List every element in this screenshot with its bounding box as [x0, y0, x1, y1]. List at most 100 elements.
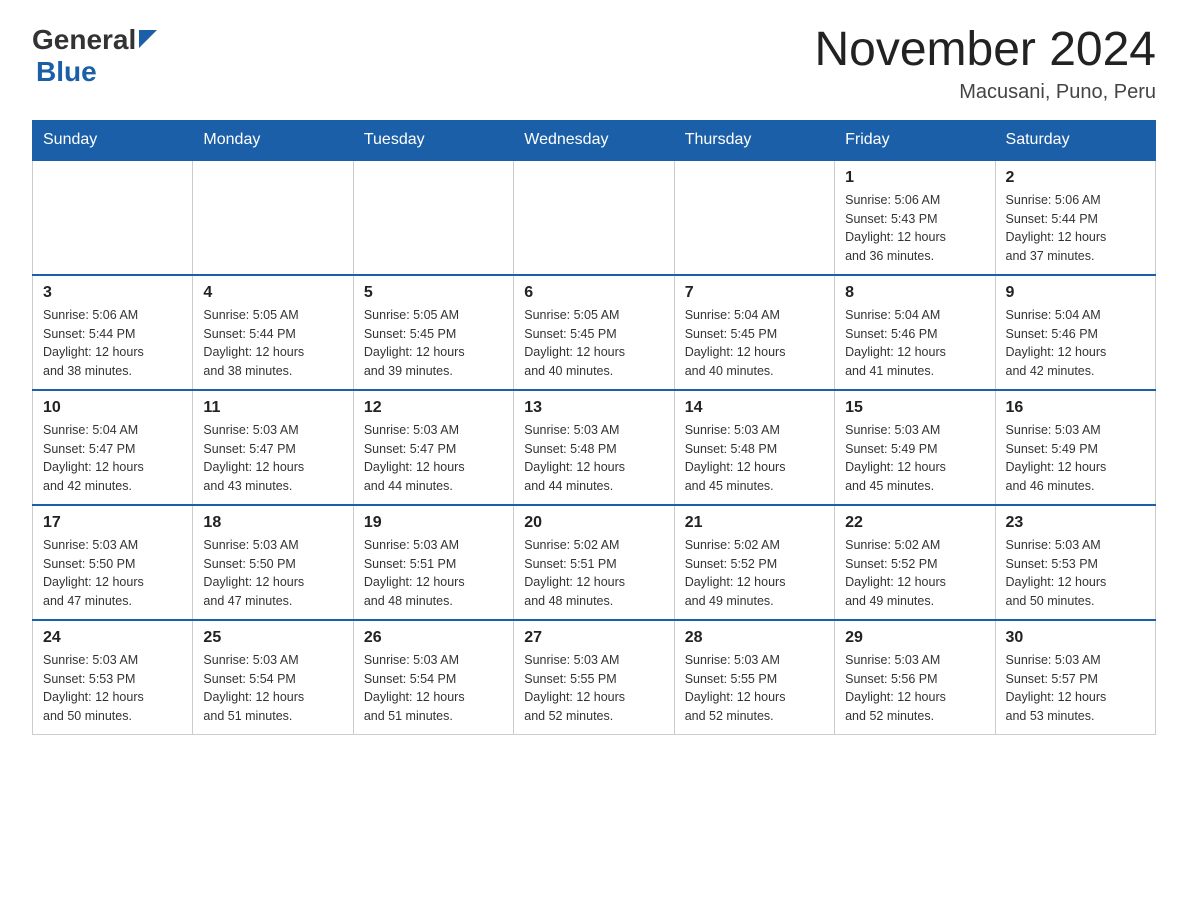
calendar-cell: 6 Sunrise: 5:05 AM Sunset: 5:45 PM Daylig… — [514, 275, 674, 390]
week-row-1: 1 Sunrise: 5:06 AM Sunset: 5:43 PM Daylig… — [33, 160, 1156, 275]
day-info: Sunrise: 5:04 AM Sunset: 5:46 PM Dayligh… — [845, 306, 984, 381]
day-number: 27 — [524, 629, 663, 647]
day-info: Sunrise: 5:03 AM Sunset: 5:47 PM Dayligh… — [364, 421, 503, 496]
day-info: Sunrise: 5:03 AM Sunset: 5:54 PM Dayligh… — [203, 651, 342, 726]
day-info: Sunrise: 5:04 AM Sunset: 5:47 PM Dayligh… — [43, 421, 182, 496]
calendar-cell: 18 Sunrise: 5:03 AM Sunset: 5:50 PM Dayli… — [193, 505, 353, 620]
calendar-cell: 23 Sunrise: 5:03 AM Sunset: 5:53 PM Dayli… — [995, 505, 1155, 620]
day-number: 3 — [43, 284, 182, 302]
logo-blue-text: Blue — [36, 56, 97, 87]
calendar-cell: 24Sunrise: 5:03 AM Sunset: 5:53 PM Dayli… — [33, 620, 193, 735]
calendar-cell: 12 Sunrise: 5:03 AM Sunset: 5:47 PM Dayli… — [353, 390, 513, 505]
weekday-header-sunday: Sunday — [33, 120, 193, 160]
weekday-header-friday: Friday — [835, 120, 995, 160]
day-number: 29 — [845, 629, 984, 647]
title-area: November 2024 Macusani, Puno, Peru — [814, 24, 1156, 104]
weekday-header-wednesday: Wednesday — [514, 120, 674, 160]
day-number: 12 — [364, 399, 503, 417]
calendar-cell: 16Sunrise: 5:03 AM Sunset: 5:49 PM Dayli… — [995, 390, 1155, 505]
day-number: 28 — [685, 629, 824, 647]
calendar-cell: 22Sunrise: 5:02 AM Sunset: 5:52 PM Dayli… — [835, 505, 995, 620]
calendar-cell: 21 Sunrise: 5:02 AM Sunset: 5:52 PM Dayli… — [674, 505, 834, 620]
day-number: 14 — [685, 399, 824, 417]
day-info: Sunrise: 5:02 AM Sunset: 5:52 PM Dayligh… — [845, 536, 984, 611]
calendar-cell: 27 Sunrise: 5:03 AM Sunset: 5:55 PM Dayli… — [514, 620, 674, 735]
day-info: Sunrise: 5:03 AM Sunset: 5:49 PM Dayligh… — [845, 421, 984, 496]
day-number: 5 — [364, 284, 503, 302]
day-number: 15 — [845, 399, 984, 417]
day-info: Sunrise: 5:03 AM Sunset: 5:57 PM Dayligh… — [1006, 651, 1145, 726]
day-info: Sunrise: 5:03 AM Sunset: 5:50 PM Dayligh… — [203, 536, 342, 611]
day-number: 20 — [524, 514, 663, 532]
day-info: Sunrise: 5:02 AM Sunset: 5:51 PM Dayligh… — [524, 536, 663, 611]
calendar-cell — [674, 160, 834, 275]
day-info: Sunrise: 5:03 AM Sunset: 5:48 PM Dayligh… — [685, 421, 824, 496]
logo-general-text: General — [32, 24, 136, 56]
day-info: Sunrise: 5:06 AM Sunset: 5:44 PM Dayligh… — [43, 306, 182, 381]
calendar-cell — [193, 160, 353, 275]
calendar-cell: 17Sunrise: 5:03 AM Sunset: 5:50 PM Dayli… — [33, 505, 193, 620]
day-info: Sunrise: 5:03 AM Sunset: 5:53 PM Dayligh… — [43, 651, 182, 726]
calendar-cell: 26 Sunrise: 5:03 AM Sunset: 5:54 PM Dayli… — [353, 620, 513, 735]
calendar-cell: 15 Sunrise: 5:03 AM Sunset: 5:49 PM Dayli… — [835, 390, 995, 505]
calendar-cell: 14 Sunrise: 5:03 AM Sunset: 5:48 PM Dayli… — [674, 390, 834, 505]
day-number: 26 — [364, 629, 503, 647]
day-info: Sunrise: 5:05 AM Sunset: 5:45 PM Dayligh… — [524, 306, 663, 381]
weekday-header-thursday: Thursday — [674, 120, 834, 160]
calendar-cell: 29 Sunrise: 5:03 AM Sunset: 5:56 PM Dayli… — [835, 620, 995, 735]
day-info: Sunrise: 5:03 AM Sunset: 5:56 PM Dayligh… — [845, 651, 984, 726]
day-number: 9 — [1006, 284, 1145, 302]
calendar-table: SundayMondayTuesdayWednesdayThursdayFrid… — [32, 120, 1156, 735]
day-info: Sunrise: 5:03 AM Sunset: 5:55 PM Dayligh… — [524, 651, 663, 726]
calendar-cell: 9 Sunrise: 5:04 AM Sunset: 5:46 PM Daylig… — [995, 275, 1155, 390]
calendar-cell: 1 Sunrise: 5:06 AM Sunset: 5:43 PM Daylig… — [835, 160, 995, 275]
day-number: 13 — [524, 399, 663, 417]
logo-triangle-icon — [139, 30, 157, 53]
day-number: 19 — [364, 514, 503, 532]
week-row-2: 3 Sunrise: 5:06 AM Sunset: 5:44 PM Daylig… — [33, 275, 1156, 390]
calendar-cell — [33, 160, 193, 275]
day-info: Sunrise: 5:06 AM Sunset: 5:43 PM Dayligh… — [845, 191, 984, 266]
calendar-cell: 2 Sunrise: 5:06 AM Sunset: 5:44 PM Daylig… — [995, 160, 1155, 275]
day-info: Sunrise: 5:04 AM Sunset: 5:45 PM Dayligh… — [685, 306, 824, 381]
day-info: Sunrise: 5:02 AM Sunset: 5:52 PM Dayligh… — [685, 536, 824, 611]
day-number: 6 — [524, 284, 663, 302]
calendar-cell: 4Sunrise: 5:05 AM Sunset: 5:44 PM Daylig… — [193, 275, 353, 390]
logo: General Blue — [32, 24, 157, 88]
weekday-header-monday: Monday — [193, 120, 353, 160]
day-number: 7 — [685, 284, 824, 302]
day-info: Sunrise: 5:03 AM Sunset: 5:54 PM Dayligh… — [364, 651, 503, 726]
day-number: 1 — [845, 169, 984, 187]
page-header: General Blue November 2024 Macusani, Pun… — [32, 24, 1156, 104]
day-number: 21 — [685, 514, 824, 532]
day-number: 25 — [203, 629, 342, 647]
day-info: Sunrise: 5:03 AM Sunset: 5:53 PM Dayligh… — [1006, 536, 1145, 611]
day-info: Sunrise: 5:04 AM Sunset: 5:46 PM Dayligh… — [1006, 306, 1145, 381]
week-row-4: 17Sunrise: 5:03 AM Sunset: 5:50 PM Dayli… — [33, 505, 1156, 620]
day-number: 11 — [203, 399, 342, 417]
calendar-cell: 28Sunrise: 5:03 AM Sunset: 5:55 PM Dayli… — [674, 620, 834, 735]
day-number: 18 — [203, 514, 342, 532]
calendar-cell: 8Sunrise: 5:04 AM Sunset: 5:46 PM Daylig… — [835, 275, 995, 390]
day-number: 30 — [1006, 629, 1145, 647]
calendar-cell: 3 Sunrise: 5:06 AM Sunset: 5:44 PM Daylig… — [33, 275, 193, 390]
day-info: Sunrise: 5:06 AM Sunset: 5:44 PM Dayligh… — [1006, 191, 1145, 266]
calendar-cell: 13Sunrise: 5:03 AM Sunset: 5:48 PM Dayli… — [514, 390, 674, 505]
day-info: Sunrise: 5:03 AM Sunset: 5:47 PM Dayligh… — [203, 421, 342, 496]
weekday-header-row: SundayMondayTuesdayWednesdayThursdayFrid… — [33, 120, 1156, 160]
weekday-header-tuesday: Tuesday — [353, 120, 513, 160]
calendar-cell: 7 Sunrise: 5:04 AM Sunset: 5:45 PM Daylig… — [674, 275, 834, 390]
calendar-cell — [514, 160, 674, 275]
location: Macusani, Puno, Peru — [814, 81, 1156, 104]
calendar-cell: 11 Sunrise: 5:03 AM Sunset: 5:47 PM Dayli… — [193, 390, 353, 505]
week-row-3: 10Sunrise: 5:04 AM Sunset: 5:47 PM Dayli… — [33, 390, 1156, 505]
calendar-cell: 10Sunrise: 5:04 AM Sunset: 5:47 PM Dayli… — [33, 390, 193, 505]
calendar-cell — [353, 160, 513, 275]
calendar-cell: 19 Sunrise: 5:03 AM Sunset: 5:51 PM Dayli… — [353, 505, 513, 620]
calendar-cell: 5Sunrise: 5:05 AM Sunset: 5:45 PM Daylig… — [353, 275, 513, 390]
day-info: Sunrise: 5:03 AM Sunset: 5:49 PM Dayligh… — [1006, 421, 1145, 496]
day-number: 2 — [1006, 169, 1145, 187]
day-info: Sunrise: 5:03 AM Sunset: 5:51 PM Dayligh… — [364, 536, 503, 611]
day-number: 23 — [1006, 514, 1145, 532]
day-number: 4 — [203, 284, 342, 302]
